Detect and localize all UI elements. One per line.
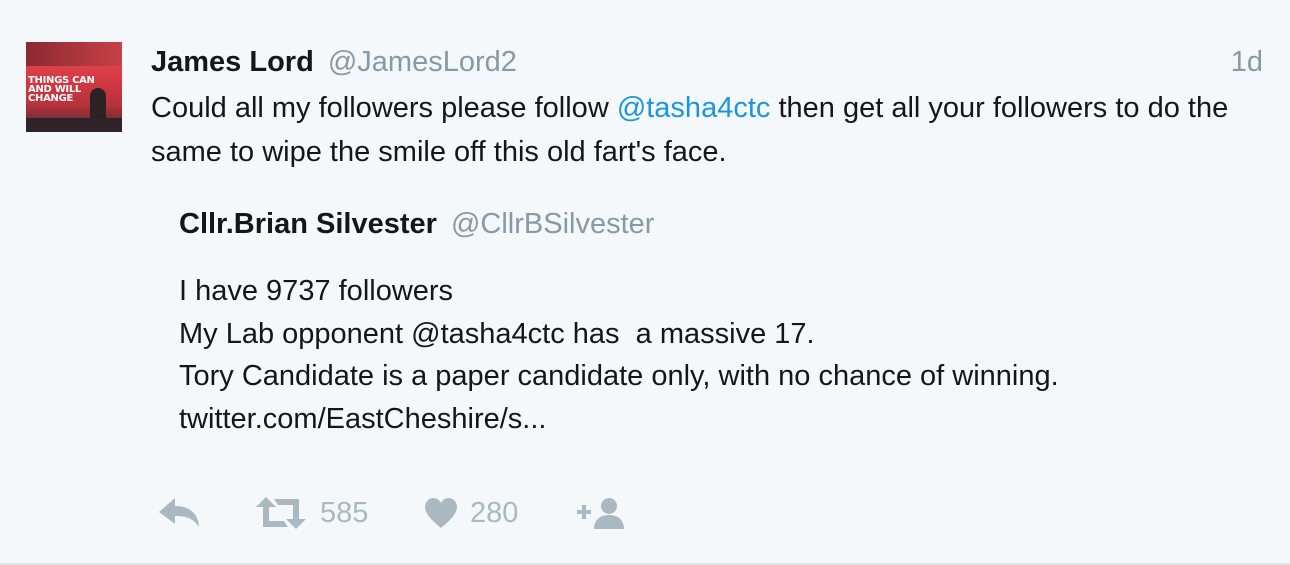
tweet-header: James Lord @JamesLord2: [151, 44, 517, 80]
reply-icon: [159, 498, 199, 527]
tweet-card[interactable]: THINGS CAN AND WILL CHANGE James Lord @J…: [0, 0, 1290, 565]
like-count: 280: [470, 496, 519, 529]
quoted-text-line: I have 9737 followers: [179, 275, 454, 307]
author-name[interactable]: James Lord: [151, 46, 314, 78]
author-handle[interactable]: @JamesLord2: [328, 46, 517, 78]
quoted-text-line: Tory Candidate is a paper candidate only…: [179, 360, 1059, 392]
follow-button[interactable]: [576, 490, 626, 536]
avatar-slogan-line: CHANGE: [28, 93, 74, 104]
avatar[interactable]: THINGS CAN AND WILL CHANGE: [26, 42, 122, 132]
quoted-author-handle: @CllrBSilvester: [450, 208, 655, 240]
avatar-slogan: THINGS CAN AND WILL CHANGE: [28, 76, 95, 104]
retweet-button[interactable]: 585: [254, 490, 368, 536]
quoted-author-name: Cllr.Brian Silvester: [179, 208, 437, 240]
quoted-tweet[interactable]: Cllr.Brian Silvester @CllrBSilvester I h…: [179, 206, 1229, 440]
tweet-text: Could all my followers please follow @ta…: [151, 86, 1261, 174]
retweet-icon: [256, 497, 306, 529]
avatar-banner-strip: [26, 42, 122, 66]
quoted-text-line: My Lab opponent @tasha4ctc has a massive…: [179, 317, 815, 350]
retweet-count: 585: [320, 496, 369, 529]
heart-icon: [425, 498, 457, 528]
follow-icon: [577, 498, 624, 529]
avatar-audience: [26, 118, 122, 132]
quoted-tweet-text: I have 9737 followers My Lab opponent @t…: [179, 270, 1229, 440]
quoted-text-line: twitter.com/EastCheshire/s...: [179, 402, 547, 435]
reply-button[interactable]: [156, 490, 202, 536]
tweet-timestamp[interactable]: 1d: [1231, 44, 1263, 80]
tweet-text-part: Could all my followers please follow: [151, 92, 617, 124]
mention-link[interactable]: @tasha4ctc: [617, 92, 771, 124]
like-button[interactable]: 280: [424, 490, 518, 536]
quoted-tweet-header: Cllr.Brian Silvester @CllrBSilvester: [179, 206, 1229, 242]
